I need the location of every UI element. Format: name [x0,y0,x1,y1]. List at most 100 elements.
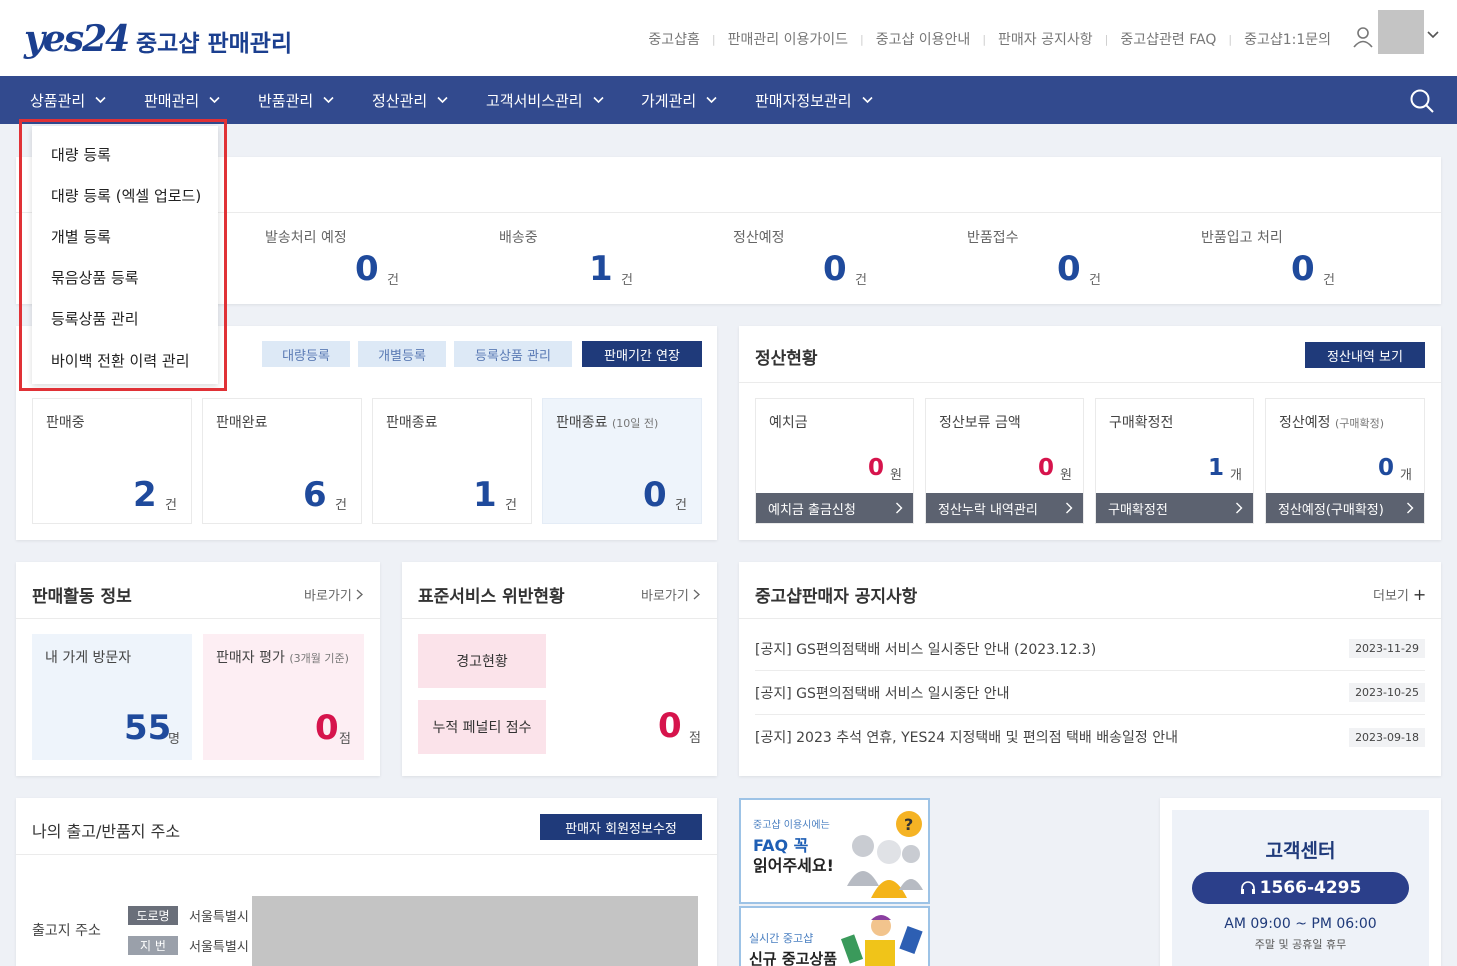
missing-settlement-button[interactable]: 정산누락 내역관리 [926,493,1083,523]
nav-label: 고객서비스관리 [486,91,583,110]
nav-sales-management[interactable]: 판매관리 [144,76,220,124]
notice-more-link[interactable]: 더보기 + [1373,585,1426,604]
stat-card-on-sale[interactable]: 판매중 2 건 [32,398,192,524]
page-title: 중고샵 판매관리 [136,31,293,57]
card-unit: 원 [1060,468,1072,483]
lot-address-tag: 지 번 [128,936,178,955]
user-icon[interactable] [1352,26,1374,48]
new-banner-small: 실시간 중고샵 [749,932,814,945]
books-person-icon [840,915,923,966]
notice-item[interactable]: [공지] GS편의점택배 서비스 일시중단 안내 2023-10-25 [755,671,1425,715]
penalty-unit: 점 [689,731,701,746]
link-used-shop-home[interactable]: 중고샵홈 [636,29,712,49]
violation-goto-link[interactable]: 바로가기 [641,585,700,604]
notice-date: 2023-10-25 [1349,683,1425,702]
highlight-box [19,119,227,391]
settlement-history-button[interactable]: 정산내역 보기 [1305,342,1425,368]
card-unit: 건 [505,498,517,513]
status-item[interactable]: 반품접수 0 건 [967,227,1167,289]
extend-period-button[interactable]: 판매기간 연장 [582,341,702,367]
penalty-value: 0 [658,706,682,746]
nav-seller-info[interactable]: 판매자정보관리 [755,76,873,124]
nav-customer-service[interactable]: 고객서비스관리 [486,76,604,124]
faq-banner[interactable]: 중고샵 이용시에는 FAQ 꼭 읽어주세요! ? [739,798,930,904]
card-value: 1 [1208,455,1225,481]
stat-card-ended[interactable]: 판매종료 1 건 [372,398,532,524]
nav-return-management[interactable]: 반품관리 [258,76,334,124]
nav-label: 판매관리 [144,91,200,110]
visitors-card: 내 가게 방문자 55 명 [32,634,192,760]
status-label: 발송처리 예정 [265,230,347,246]
new-products-banner[interactable]: 실시간 중고샵 신규 중고상품 [739,906,930,966]
yes24-logo[interactable]: yes24 [24,18,130,60]
notice-item[interactable]: [공지] GS편의점택배 서비스 일시중단 안내 (2023.12.3) 2023… [755,627,1425,671]
activity-goto-link[interactable]: 바로가기 [304,585,363,604]
nav-label: 반품관리 [258,91,314,110]
card-value: 0 [643,475,667,515]
plus-icon: + [1412,585,1427,604]
road-address-tag: 도로명 [128,906,178,925]
nav-store-management[interactable]: 가게관리 [641,76,717,124]
link-seller-notices[interactable]: 판매자 공지사항 [986,29,1105,49]
stat-card-sold[interactable]: 판매완료 6 건 [202,398,362,524]
faq-banner-small: 중고샵 이용시에는 [753,820,830,831]
link-faq[interactable]: 중고샵관련 FAQ [1108,29,1228,49]
chevron-down-icon[interactable] [1426,30,1440,40]
card-label: 정산예정 (구매확정) [1279,415,1385,431]
expected-settlement-button[interactable]: 정산예정(구매확정) [1266,493,1424,523]
status-item[interactable]: 배송중 1 건 [499,227,699,289]
visitors-value: 55 [124,708,172,748]
status-item[interactable]: 정산예정 0 건 [733,227,933,289]
status-value: 0 [823,249,847,289]
headset-icon [1240,881,1255,894]
notice-item[interactable]: [공지] 2023 추석 연휴, YES24 지정택배 및 편의점 택배 배송일… [755,715,1425,759]
chevron-right-icon [1407,502,1414,514]
nav-label: 판매자정보관리 [755,91,852,110]
violation-title: 표준서비스 위반현황 [418,587,565,607]
search-icon[interactable] [1409,88,1435,114]
chevron-down-icon [593,96,604,104]
notice-date: 2023-11-29 [1349,639,1425,658]
nav-label: 상품관리 [30,91,86,110]
manage-products-button[interactable]: 등록상품 관리 [454,341,572,367]
status-unit: 건 [1089,273,1101,288]
status-value: 0 [355,249,379,289]
chevron-down-icon [437,96,448,104]
single-register-button[interactable]: 개별등록 [358,341,446,367]
card-label: 판매완료 [216,415,268,431]
status-item[interactable]: 반품입고 처리 0 건 [1201,227,1401,289]
order-status-panel: 발송처리 예정 0 건 배송중 1 건 정산예정 0 건 반품접수 0 건 반품입고 처리 0 건 [16,157,1441,304]
status-value: 0 [1057,249,1081,289]
before-confirm-button[interactable]: 구매확정전 [1096,493,1253,523]
penalty-score-button[interactable]: 누적 페널티 점수 [418,700,546,754]
chevron-down-icon [209,96,220,104]
chevron-down-icon [323,96,334,104]
link-sales-guide[interactable]: 판매관리 이용가이드 [716,29,860,49]
card-unit: 개 [1400,468,1412,483]
status-unit: 건 [1323,273,1335,288]
card-value: 1 [473,475,497,515]
bulk-register-button[interactable]: 대량등록 [262,341,350,367]
card-unit: 원 [890,468,902,483]
link-used-shop-info[interactable]: 중고샵 이용안내 [864,29,983,49]
chevron-down-icon [95,96,106,104]
nav-product-management[interactable]: 상품관리 [30,76,106,124]
card-unit: 건 [335,498,347,513]
support-phone-button[interactable]: 1566-4295 [1192,872,1409,904]
status-item[interactable]: 발송처리 예정 0 건 [265,227,465,289]
stat-card-ended-10days[interactable]: 판매종료 (10일 전) 0 건 [542,398,702,524]
seller-rating-card: 판매자 평가 (3개월 기준) 0 점 [203,634,364,760]
card-label: 정산보류 금액 [939,415,1021,431]
support-phone: 1566-4295 [1259,878,1362,898]
new-banner-line1: 신규 중고상품 [749,950,838,966]
link-one-to-one[interactable]: 중고샵1:1문의 [1232,29,1343,49]
nav-settlement-management[interactable]: 정산관리 [372,76,448,124]
customer-center-title: 고객센터 [1265,840,1336,862]
avatar[interactable] [1378,10,1424,54]
edit-seller-info-button[interactable]: 판매자 회원정보수정 [540,814,702,840]
deposit-withdraw-button[interactable]: 예치금 출금신청 [756,493,913,523]
nav-label: 가게관리 [641,91,697,110]
settlement-panel: 정산현황 정산내역 보기 예치금 0 원 예치금 출금신청 정산보류 금액 0 … [739,326,1441,540]
card-value: 0 [868,455,885,481]
warning-status-button[interactable]: 경고현황 [418,634,546,688]
